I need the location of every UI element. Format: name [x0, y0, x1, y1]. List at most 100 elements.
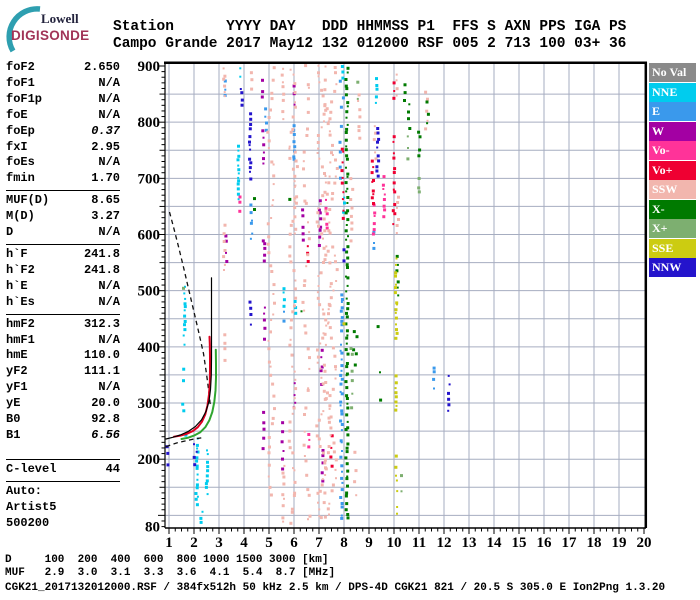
echo-dot-ssw	[270, 91, 274, 95]
legend-item-nne: NNE	[649, 82, 696, 102]
echo-dot-ssw	[318, 157, 321, 160]
echo-dot-e	[341, 450, 343, 452]
echo-dot-ssw	[322, 410, 325, 413]
echo-dot-ssw	[333, 66, 337, 69]
echo-dot-e	[338, 165, 342, 169]
echo-dot-nnw	[375, 165, 379, 169]
echo-dot-ssw	[355, 494, 358, 497]
echo-dot-vo	[393, 212, 397, 216]
echo-dot-ssw	[334, 365, 337, 369]
echo-dot-w	[261, 447, 265, 451]
echo-dot-ssw	[328, 117, 332, 121]
echo-dot-ssw	[249, 71, 253, 75]
echo-dot-ssw	[329, 285, 332, 288]
echo-dot-x	[396, 263, 399, 266]
echo-dot-nnw	[376, 131, 380, 135]
echo-dot-ssw	[426, 97, 429, 101]
echo-dot-ssw	[288, 156, 292, 160]
echo-dot-ssw	[250, 87, 254, 91]
echo-dot-ssw	[316, 296, 320, 300]
y-tick-label: 700	[138, 171, 161, 187]
legend-item-w: W	[649, 121, 696, 141]
echo-dot-ssw	[293, 491, 297, 495]
echo-dot-ssw	[289, 68, 292, 71]
echo-dot-ssw	[317, 224, 320, 228]
echo-dot-nne	[206, 465, 210, 469]
echo-dot-ssw	[269, 264, 273, 268]
legend-item-e: E	[649, 102, 696, 121]
echo-dot-ssw	[321, 308, 324, 311]
echo-dot-ssw	[349, 239, 353, 243]
echo-dot-ssw	[316, 152, 319, 154]
echo-dot-x	[344, 138, 348, 142]
echo-dot-e	[340, 316, 344, 320]
echo-dot-ssw	[294, 279, 297, 282]
echo-dot-x	[346, 123, 349, 126]
echo-dot-nne	[239, 67, 242, 70]
echo-dot-nne	[293, 300, 297, 303]
echo-dot-ssw	[293, 287, 297, 291]
echo-dot-ssw	[270, 422, 274, 426]
echo-dot-w	[261, 78, 264, 82]
echo-dot-x	[345, 116, 348, 119]
echo-dot-x	[346, 420, 349, 423]
echo-dot-nne	[199, 520, 203, 524]
echo-dot-ssw	[294, 378, 297, 381]
echo-dot-ssw	[267, 436, 271, 439]
echo-dot-ssw	[321, 336, 325, 340]
echo-dot-ssw	[316, 361, 319, 364]
echo-dot-ssw	[328, 175, 331, 178]
echo-dot-vo	[382, 175, 386, 179]
legend-item-noval: No Val	[649, 63, 696, 82]
echo-dot-ssw	[328, 404, 332, 408]
echo-dot-ssw	[335, 477, 337, 480]
echo-dot-x	[417, 186, 421, 190]
echo-dot-ssw	[223, 358, 227, 362]
echo-dot-w	[317, 244, 321, 247]
echo-dot-ssw	[327, 181, 331, 185]
echo-dot-nnw	[447, 403, 451, 407]
echo-dot-e	[292, 155, 296, 159]
echo-dot-ssw	[328, 407, 331, 410]
echo-dot-ssw	[303, 455, 306, 457]
echo-dot-ssw	[283, 497, 285, 500]
echo-dot-ssw	[327, 420, 331, 424]
echo-dot-ssw	[293, 196, 297, 200]
echo-dot-ssw	[293, 232, 296, 235]
echo-dot-nne	[204, 482, 208, 486]
echo-dot-e	[339, 496, 343, 499]
echo-dot-ssw	[334, 158, 337, 162]
echo-dot-e	[340, 301, 343, 303]
echo-dot-ssw	[323, 369, 327, 373]
echo-dot-sse	[394, 311, 397, 314]
echo-dot-nnw	[447, 397, 451, 401]
x-tick-label: 1	[165, 535, 173, 551]
echo-dot-x	[418, 148, 422, 152]
echo-dot-ssw	[307, 518, 309, 521]
echo-dot-nne	[195, 483, 199, 487]
echo-dot-nne	[236, 192, 240, 196]
x-tick-label: 9	[365, 535, 373, 551]
echo-dot-ssw	[222, 232, 226, 236]
echo-dot-ssw	[306, 127, 309, 131]
echo-dot-vo	[381, 183, 385, 187]
echo-dot-x	[355, 335, 359, 339]
echo-dot-e	[339, 124, 343, 128]
echo-dot-vo	[372, 228, 376, 232]
echo-dot-nne	[183, 323, 186, 327]
echo-dot-w	[225, 260, 229, 263]
echo-dot-ssw	[324, 209, 328, 213]
echo-dot-ssw	[273, 301, 276, 305]
echo-dot-sse	[395, 301, 399, 305]
echo-dot-ssw	[328, 133, 332, 137]
echo-dot-sse	[394, 408, 398, 412]
echo-dot-nne	[205, 474, 209, 478]
echo-dot-x	[346, 196, 350, 199]
echo-dot-ssw	[323, 229, 327, 233]
echo-dot-ssw	[294, 201, 298, 205]
echo-dot-w	[281, 467, 285, 471]
echo-dot-ssw	[330, 151, 333, 155]
echo-dot-ssw	[272, 183, 275, 186]
echo-dot-ssw	[327, 416, 331, 420]
echo-dot-x	[345, 329, 349, 333]
